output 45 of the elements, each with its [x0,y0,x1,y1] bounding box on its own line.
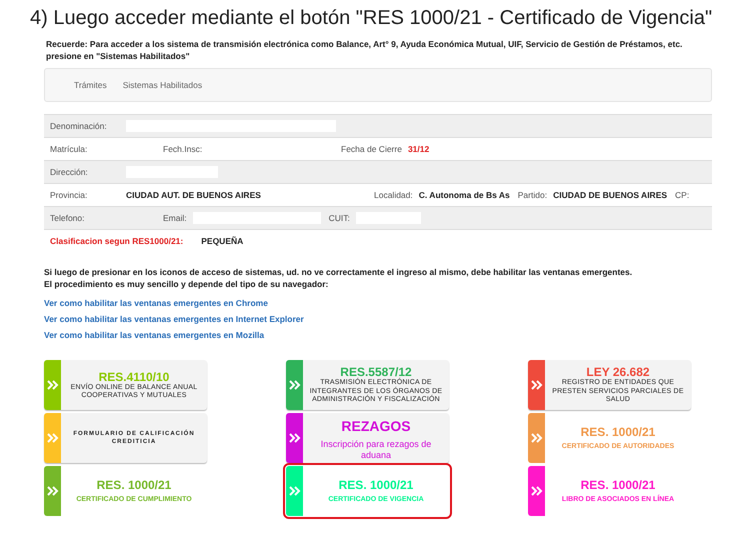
field-label: Email: [163,213,187,223]
tile-title: RES. 1000/21 [338,478,414,492]
field-label: CP: [675,190,690,200]
tile-title: RES. 1000/21 [580,478,656,492]
field-label: Partido: [518,190,548,200]
help-link[interactable]: Ver como habilitar las ventanas emergentes en Internet Explorer [44,314,304,324]
notice-text: El procedimiento es muy sencillo y depende del tipo de su navegador: [44,278,330,290]
tile-title: LEY 26.682 [586,365,650,380]
chevron-icon [44,413,61,463]
system-tile[interactable]: REZAGOS Inscripción para rezagos de aduana [286,413,449,463]
tile-title: RES.4110/10 [98,370,170,384]
tile-title: RES. 1000/21 [96,478,172,492]
chevron-icon [286,413,303,463]
field-label: Matrícula: [50,144,88,154]
field-label: CUIT: [328,213,350,223]
chevron-icon [528,360,545,410]
field-label: Dirección: [50,167,89,177]
nav-tab[interactable]: Sistemas Habilitados [122,80,202,90]
chevron-icon [286,360,303,410]
help-link[interactable]: Ver como habilitar las ventanas emergentes en Mozilla [44,330,264,340]
page-heading: 4) Luego acceder mediante el botón "RES 1000/21 - Certificado de Vigencia" [30,6,712,31]
tile-title: RES. 1000/21 [580,424,656,439]
nav-tab[interactable]: Trámites [74,80,107,90]
tile-title: REZAGOS [341,416,411,436]
tile-text: Inscripción para rezagos de aduana [320,438,432,460]
chevron-icon [44,466,61,516]
field-label: Denominación: [50,121,108,131]
field-value: CIUDAD DE BUENOS AIRES [553,190,668,200]
field-value: 31/12 [408,144,430,154]
field-label: Localidad: [374,190,413,200]
help-link[interactable]: Ver como habilitar las ventanas emergentes en Chrome [44,298,268,308]
field-label: Telefono: [50,213,86,223]
field-label: Fecha de Cierre [341,144,402,154]
field-label: Provincia: [50,190,88,200]
chevron-icon [528,466,545,516]
field-label: Fech.Insc: [163,144,204,154]
notice-text: Si luego de presionar en los iconos de acceso de sistemas, ud. no ve correctamente el ingreso al mismo, debe habilitar las ventanas emergentes. [44,266,634,278]
field-value: CIUDAD AUT. DE BUENOS AIRES [126,190,262,200]
chevron-icon [44,360,61,410]
classification-label: Clasificacion segun RES1000/21: [50,236,184,246]
field-value: C. Autonoma de Bs As [418,190,510,200]
reminder-text: Recuerde: Para acceder a los sistema de transmisión electrónica como Balance, Art° 9, Ayuda Económica Mutual, UIF, Servicio de Gestión de Préstamos, etc. presione en "Sistemas Habilitados" [46,38,684,62]
chevron-icon [528,413,545,463]
classification-value: PEQUEÑA [201,236,244,246]
chevron-icon [286,466,303,516]
